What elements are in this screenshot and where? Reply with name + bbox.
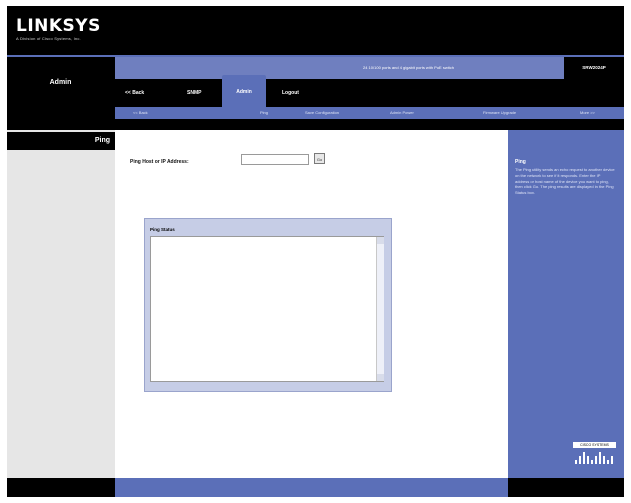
ping-status-textarea[interactable] bbox=[150, 236, 384, 382]
product-bar: 24 10/100 ports and 4 gigabit ports with… bbox=[115, 57, 624, 79]
subtab-admin-power[interactable]: Admin Power bbox=[390, 107, 414, 119]
ping-status-panel: Ping Status bbox=[144, 218, 392, 392]
subtab-more[interactable]: More >> bbox=[580, 107, 595, 119]
tab-back[interactable]: << Back bbox=[125, 79, 144, 107]
page-label: Ping bbox=[7, 132, 115, 150]
help-title: Ping bbox=[515, 159, 526, 165]
footer-right bbox=[508, 478, 624, 497]
tab-snmp[interactable]: SNMP bbox=[187, 79, 201, 107]
brand-name: LINKSYS bbox=[16, 16, 101, 36]
ping-host-label: Ping Host or IP Address: bbox=[130, 159, 189, 165]
subtab-ping[interactable]: Ping bbox=[260, 107, 268, 119]
linksys-logo: LINKSYS A Division of Cisco Systems, Inc… bbox=[16, 17, 101, 41]
subtab-firmware-upgrade[interactable]: Firmware Upgrade bbox=[483, 107, 516, 119]
page-frame: LINKSYS A Division of Cisco Systems, Inc… bbox=[7, 6, 624, 497]
main-tabs: << Back SNMP Admin Logout bbox=[115, 75, 624, 107]
main-content: Ping Host or IP Address: Go Ping Status bbox=[115, 130, 508, 497]
go-button[interactable]: Go bbox=[314, 153, 325, 164]
model-number: SRW2024P bbox=[564, 57, 624, 79]
cisco-bars-icon bbox=[575, 452, 613, 464]
subtab-save-configuration[interactable]: Save Configuration bbox=[305, 107, 339, 119]
tab-admin[interactable]: Admin bbox=[222, 75, 266, 107]
scroll-down-arrow-icon[interactable] bbox=[377, 374, 384, 381]
ping-status-title: Ping Status bbox=[150, 227, 175, 232]
ping-host-input[interactable] bbox=[241, 154, 309, 165]
scroll-up-arrow-icon[interactable] bbox=[377, 237, 384, 244]
product-description: 24 10/100 ports and 4 gigabit ports with… bbox=[363, 65, 454, 70]
footer-left bbox=[7, 478, 115, 497]
cisco-logo: CISCO SYSTEMS bbox=[573, 442, 616, 470]
brand-tagline: A Division of Cisco Systems, Inc. bbox=[16, 36, 81, 41]
footer-middle bbox=[115, 478, 508, 497]
status-scrollbar[interactable] bbox=[376, 237, 384, 381]
sub-tabs: << Back Ping Save Configuration Admin Po… bbox=[115, 107, 624, 119]
subtab-back[interactable]: << Back bbox=[133, 107, 148, 119]
left-sidebar: Ping bbox=[7, 130, 115, 497]
tab-logout[interactable]: Logout bbox=[282, 79, 299, 107]
section-title: Admin bbox=[7, 57, 114, 115]
help-text: The Ping utility sends an echo request t… bbox=[515, 167, 615, 196]
cisco-logo-label: CISCO SYSTEMS bbox=[573, 442, 616, 448]
